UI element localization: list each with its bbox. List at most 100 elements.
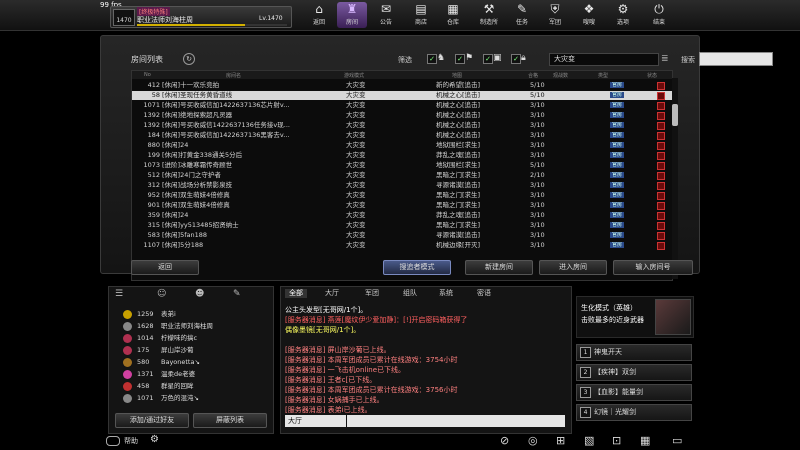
table-row[interactable]: 359 [休闲]24 大灾变 莽乱之魂[追击] 3/10 官房 <box>132 211 672 220</box>
observer-mode-button[interactable]: 搜追者模式 <box>383 260 451 275</box>
chat-tab-4[interactable]: 系统 <box>435 289 457 298</box>
cell-map: 机械边缘[开灭] <box>436 241 481 249</box>
friend-avatar-icon <box>123 310 132 319</box>
friend-list-icon[interactable]: ☰ <box>115 289 123 299</box>
chat-tab-1[interactable]: 大厅 <box>321 289 343 298</box>
cart-icon[interactable]: ⊞ <box>556 434 565 447</box>
friend-name: Bayonetta↘ <box>161 358 200 366</box>
filter-checkbox-2[interactable]: ✓ <box>455 54 465 64</box>
settings-icon[interactable]: ⚙ <box>150 434 159 445</box>
back-button[interactable]: 返回 <box>131 260 199 275</box>
table-row[interactable]: 583 [休闲]5fan188 大灾变 寻源诸漠[追击] 3/10 官房 <box>132 231 672 240</box>
cell-mode: 大灾变 <box>346 91 366 99</box>
table-row[interactable]: 1073 [进阶]冰雕寒霜传奇顾世 大灾变 地狱围栏[求生] 5/10 官房 <box>132 161 672 170</box>
table-row[interactable]: 312 [休闲]战场分析禁影泉技 大灾变 寻源诸漠[追击] 3/10 官房 <box>132 181 672 190</box>
room-scrollbar[interactable] <box>672 78 678 279</box>
table-row[interactable]: 952 [休闲]双生萌妹4倍修真 大灾变 黑暗之门[求生] 3/10 官房 <box>132 191 672 200</box>
table-row[interactable]: 1392 [休闲]号买收威信1422637136任务接v现... 大灾变 机械之心[追… <box>132 121 672 130</box>
filter-checkbox-3[interactable]: ✓ <box>483 54 493 64</box>
add-friend-button[interactable]: 添加/通过好友 <box>115 413 189 428</box>
nav-icon-6: ✎ <box>516 2 528 16</box>
chat-tab-3[interactable]: 组队 <box>399 289 421 298</box>
calendar-icon[interactable]: ▦ <box>640 434 650 447</box>
channel-select[interactable]: 大厅 <box>285 415 346 427</box>
nav-icon-4: ▦ <box>447 2 459 16</box>
compass-icon[interactable]: ⊘ <box>500 434 509 447</box>
friend-item[interactable]: 1071 万色的混沌↘ <box>109 393 249 404</box>
skill-slot[interactable]: 4 幻镜｜光耀剑 <box>576 404 692 421</box>
friend-item[interactable]: 1014 柠檬味的搞c <box>109 333 249 344</box>
status-icon <box>657 192 665 200</box>
mode-select[interactable]: 大灾变 <box>549 53 659 66</box>
list-icon[interactable]: ≣ <box>661 54 669 64</box>
cell-mode: 大灾变 <box>346 241 366 249</box>
cell-map: 地狱围栏[求生] <box>436 161 481 169</box>
toggle-icon[interactable] <box>106 436 120 446</box>
nav-8[interactable]: ❖ 嗖嗖 <box>574 2 604 28</box>
table-row[interactable]: 1107 [休闲]5分188 大灾变 机械边缘[开灭] 3/10 官房 <box>132 241 672 250</box>
help-label[interactable]: 帮助 <box>124 436 138 446</box>
table-row[interactable]: 58 [休闲]圣现任务黄昏道线 大灾变 机械之心[追击] 5/10 官房 <box>132 91 672 100</box>
target-icon[interactable]: ◎ <box>528 434 538 447</box>
skill-slot[interactable]: 3 【血影】能量剑 <box>576 384 692 401</box>
table-row[interactable]: 315 [休闲]yy513485招贤纳士 大灾变 黑暗之门[求生] 3/10 官房 <box>132 221 672 230</box>
chat-tab-0[interactable]: 全部 <box>285 289 307 298</box>
room-list-panel: 房间列表 ↻ 筛选 ✓ ♞ ✓ ⚑ ✓ ▣ ✓ 🔒︎ 大灾变 ≣ 搜索 No 房… <box>100 35 773 281</box>
friend-item[interactable]: 580 Bayonetta↘ <box>109 357 249 368</box>
friend-item[interactable]: 458 群星的回眸 <box>109 381 249 392</box>
scroll-thumb[interactable] <box>672 104 678 126</box>
cell-mode: 大灾变 <box>346 81 366 89</box>
table-row[interactable]: 1071 [休闲]号买收威信加1422637136芯片射v... 大灾变 机械之心[追… <box>132 101 672 110</box>
enter-room-number-button[interactable]: 输入房间号 <box>613 260 693 275</box>
table-row[interactable]: 199 [休闲]打黄金338通关5分后 大灾变 莽乱之魂[追击] 3/10 官房 <box>132 151 672 160</box>
enter-room-button[interactable]: 进入房间 <box>539 260 607 275</box>
new-room-button[interactable]: 新建房间 <box>465 260 533 275</box>
cell-no: 1107 <box>143 241 160 249</box>
chat-tab-2[interactable]: 军团 <box>361 289 383 298</box>
add-friend-icon[interactable]: ☻ <box>195 289 204 299</box>
table-row[interactable]: 412 [休闲]十一欢乐竞拍 大灾变 新的希望[追击] 5/10 官房 <box>132 81 672 90</box>
image-icon[interactable]: ▧ <box>584 434 594 447</box>
friend-item[interactable]: 1259 表弟i <box>109 309 249 320</box>
cell-no: 1073 <box>143 161 160 169</box>
block-list-button[interactable]: 屏蔽列表 <box>193 413 267 428</box>
skill-slot[interactable]: 1 神鬼开天 <box>576 344 692 361</box>
friend-item[interactable]: 1371 温柔de老婆 <box>109 369 249 380</box>
gift-icon[interactable]: ⊡ <box>612 434 621 447</box>
battery-icon[interactable]: ▭ <box>672 434 682 447</box>
filter-checkbox-1[interactable]: ✓ <box>427 54 437 64</box>
nav-3[interactable]: ▤ 商店 <box>406 2 436 28</box>
refresh-icon[interactable]: ↻ <box>183 53 195 65</box>
friend-item[interactable]: 175 屏山岸沙葡 <box>109 345 249 356</box>
nav-label-3: 商店 <box>414 19 427 26</box>
chat-line: [服务器消息] 一飞击机online已下线。 <box>285 366 406 374</box>
nav-0[interactable]: ⌂ 返回 <box>304 2 334 28</box>
nav-5[interactable]: ⚒ 制造所 <box>474 2 504 28</box>
edit-icon[interactable]: ✎ <box>233 289 241 299</box>
chat-input[interactable] <box>347 415 565 427</box>
nav-6[interactable]: ✎ 任务 <box>507 2 537 28</box>
filter-checkbox-4[interactable]: ✓ <box>511 54 521 64</box>
chat-line: [服务器消息] 本周军团成员已累计在线游戏：3754小时 <box>285 356 458 364</box>
room-type-badge: 官房 <box>610 222 624 228</box>
nav-9[interactable]: ⚙ 选项 <box>608 2 638 28</box>
skill-slot[interactable]: 2 【疾神】双剑 <box>576 364 692 381</box>
table-row[interactable]: 901 [休闲]双生萌妹4倍修真 大灾变 黑暗之门[求生] 3/10 官房 <box>132 201 672 210</box>
cell-no: 1392 <box>143 121 160 129</box>
nav-1[interactable]: ♜ 房间 <box>337 2 367 28</box>
friend-item[interactable]: 1628 职业法师刘海柱周 <box>109 321 249 332</box>
nav-7[interactable]: ⛨ 军团 <box>540 2 570 28</box>
player-profile[interactable]: 1470 [终极特殊] 职业法师刘海柱周 Lv.1470 <box>110 6 292 28</box>
nav-10[interactable]: ⏻ 结束 <box>644 2 674 28</box>
cell-name: [休闲]十一欢乐竞拍 <box>162 81 220 89</box>
group-icon[interactable]: ☺ <box>157 289 166 299</box>
table-row[interactable]: 880 [休闲]24 大灾变 地狱围栏[求生] 3/10 官房 <box>132 141 672 150</box>
nav-4[interactable]: ▦ 仓库 <box>438 2 468 28</box>
nav-2[interactable]: ✉ 公告 <box>371 2 401 28</box>
table-row[interactable]: 512 [休闲]24门之守护者 大灾变 黑暗之门[求生] 2/10 官房 <box>132 171 672 180</box>
table-row[interactable]: 184 [休闲]号买收威信加1422637136黑客去v... 大灾变 机械之心[追击… <box>132 131 672 140</box>
cell-map: 黑暗之门[求生] <box>436 191 481 199</box>
search-input[interactable] <box>699 52 773 66</box>
table-row[interactable]: 1392 [休闲]绝地探索超凡灵器 大灾变 机械之心[追击] 3/10 官房 <box>132 111 672 120</box>
chat-tab-5[interactable]: 密语 <box>473 289 495 298</box>
